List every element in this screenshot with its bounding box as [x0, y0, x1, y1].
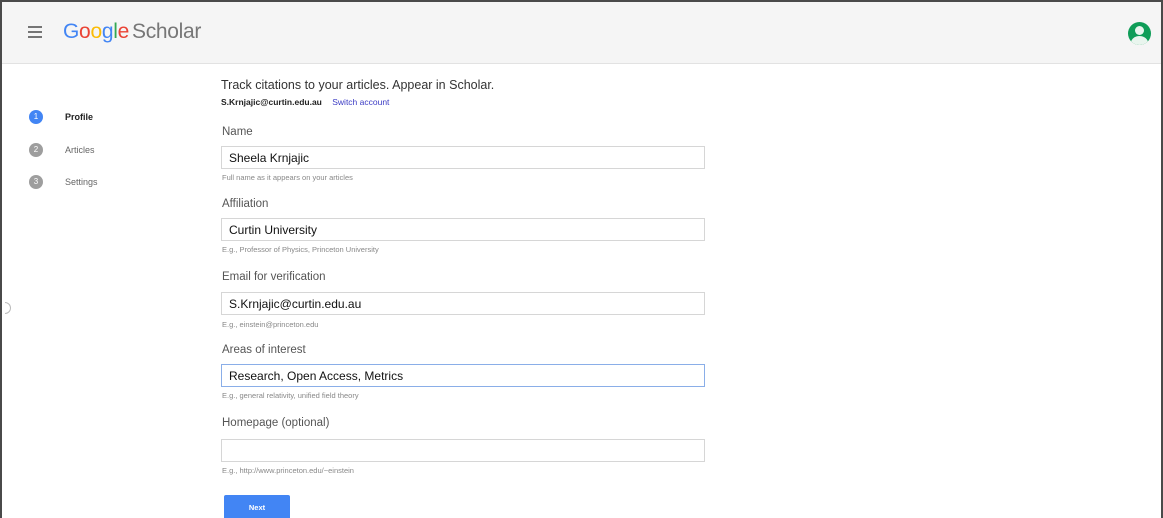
step-profile[interactable]: 1 Profile	[29, 110, 93, 124]
homepage-field[interactable]	[221, 439, 705, 462]
step-number-badge: 3	[29, 175, 43, 189]
affiliation-field[interactable]	[221, 218, 705, 241]
step-settings[interactable]: 3 Settings	[29, 175, 98, 189]
interests-label: Areas of interest	[222, 344, 306, 356]
interests-field[interactable]	[221, 364, 705, 387]
step-label: Profile	[65, 112, 94, 122]
account-email: S.Krnjajic@curtin.edu.au	[221, 97, 322, 107]
name-field[interactable]	[221, 146, 705, 169]
account-avatar-icon[interactable]	[1128, 22, 1151, 45]
name-hint: Full name as it appears on your articles	[222, 173, 353, 182]
affiliation-label: Affiliation	[222, 198, 269, 210]
logo-product-name: Scholar	[131, 20, 202, 43]
switch-account-link[interactable]: Switch account	[332, 97, 389, 107]
top-bar: Google Scholar	[2, 2, 1161, 64]
email-hint: E.g., einstein@princeton.edu	[222, 320, 319, 329]
hamburger-menu-icon[interactable]	[28, 26, 42, 38]
interests-hint: E.g., general relativity, unified field …	[222, 391, 359, 400]
homepage-hint: E.g., http://www.princeton.edu/~einstein	[222, 466, 354, 475]
logo-letter: G	[63, 20, 80, 43]
email-label: Email for verification	[222, 271, 326, 283]
step-number-badge: 2	[29, 143, 43, 157]
affiliation-hint: E.g., Professor of Physics, Princeton Un…	[222, 245, 379, 254]
email-field[interactable]	[221, 292, 705, 315]
account-line: S.Krnjajic@curtin.edu.au Switch account	[221, 97, 389, 107]
scholar-profile-page: Google Scholar 1 Profile 2 Articles 3 Set…	[0, 0, 1163, 518]
google-scholar-logo[interactable]: Google Scholar	[63, 20, 201, 44]
name-label: Name	[222, 126, 253, 138]
logo-letter: e	[117, 20, 130, 43]
page-tagline: Track citations to your articles. Appear…	[221, 78, 495, 92]
logo-letter: o	[90, 20, 102, 43]
step-label: Articles	[65, 145, 95, 155]
collapse-handle[interactable]	[5, 302, 11, 314]
logo-letter: o	[79, 20, 91, 43]
step-label: Settings	[65, 177, 98, 187]
step-articles[interactable]: 2 Articles	[29, 143, 95, 157]
homepage-label: Homepage (optional)	[222, 417, 330, 429]
logo-letter: g	[101, 20, 114, 43]
step-number-badge: 1	[29, 110, 43, 124]
next-button[interactable]: Next	[224, 495, 290, 518]
